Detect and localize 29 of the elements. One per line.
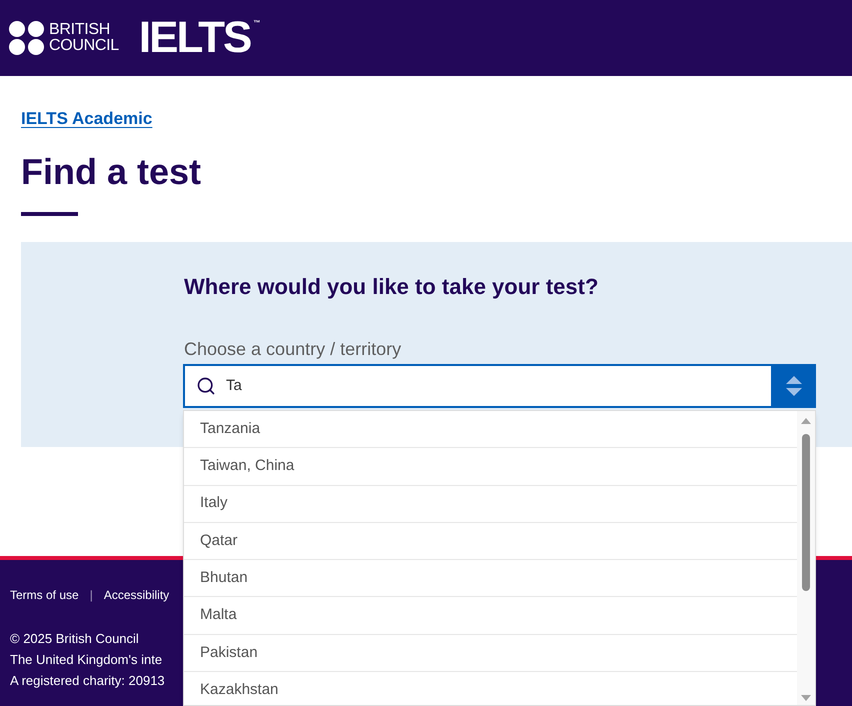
footer-link[interactable]: Terms of use	[10, 587, 79, 603]
breadcrumb-link[interactable]: IELTS Academic	[21, 108, 152, 130]
title-accent-bar	[21, 212, 78, 216]
british-council-wordmark: BRITISH COUNCIL	[49, 22, 119, 54]
country-option[interactable]: Taiwan, China	[184, 448, 797, 486]
country-option[interactable]: Italy	[184, 486, 797, 523]
scroll-up-arrow-icon[interactable]	[801, 418, 811, 424]
country-option[interactable]: Qatar	[184, 522, 797, 560]
scroll-down-arrow-icon[interactable]	[801, 695, 811, 701]
search-icon	[196, 376, 216, 396]
footer-link[interactable]: Accessibility	[104, 587, 170, 603]
copyright-text: © 2025 British Council	[10, 630, 139, 648]
page-title: Find a test	[21, 150, 202, 194]
four-dots-logo-icon	[9, 21, 45, 55]
dropdown-toggle-button[interactable]	[771, 364, 816, 408]
country-option[interactable]: Bhutan	[184, 560, 797, 598]
country-option[interactable]: Tanzania	[184, 411, 797, 448]
country-search-field[interactable]: Ta	[183, 364, 816, 408]
scrollbar-track[interactable]	[797, 411, 815, 705]
field-label: Choose a country / territory	[183, 338, 402, 361]
country-option[interactable]: Pakistan	[184, 634, 797, 672]
country-option[interactable]: Kazakhstan	[184, 672, 797, 705]
link-separator: |	[90, 587, 93, 603]
up-down-arrows-icon	[786, 376, 802, 396]
scrollbar-thumb[interactable]	[802, 434, 810, 591]
panel-heading: Where would you like to take your test?	[183, 273, 600, 301]
country-option[interactable]: Malta	[184, 597, 797, 635]
organisation-text: The United Kingdom's inte	[10, 651, 162, 669]
charity-text: A registered charity: 20913	[10, 672, 165, 690]
